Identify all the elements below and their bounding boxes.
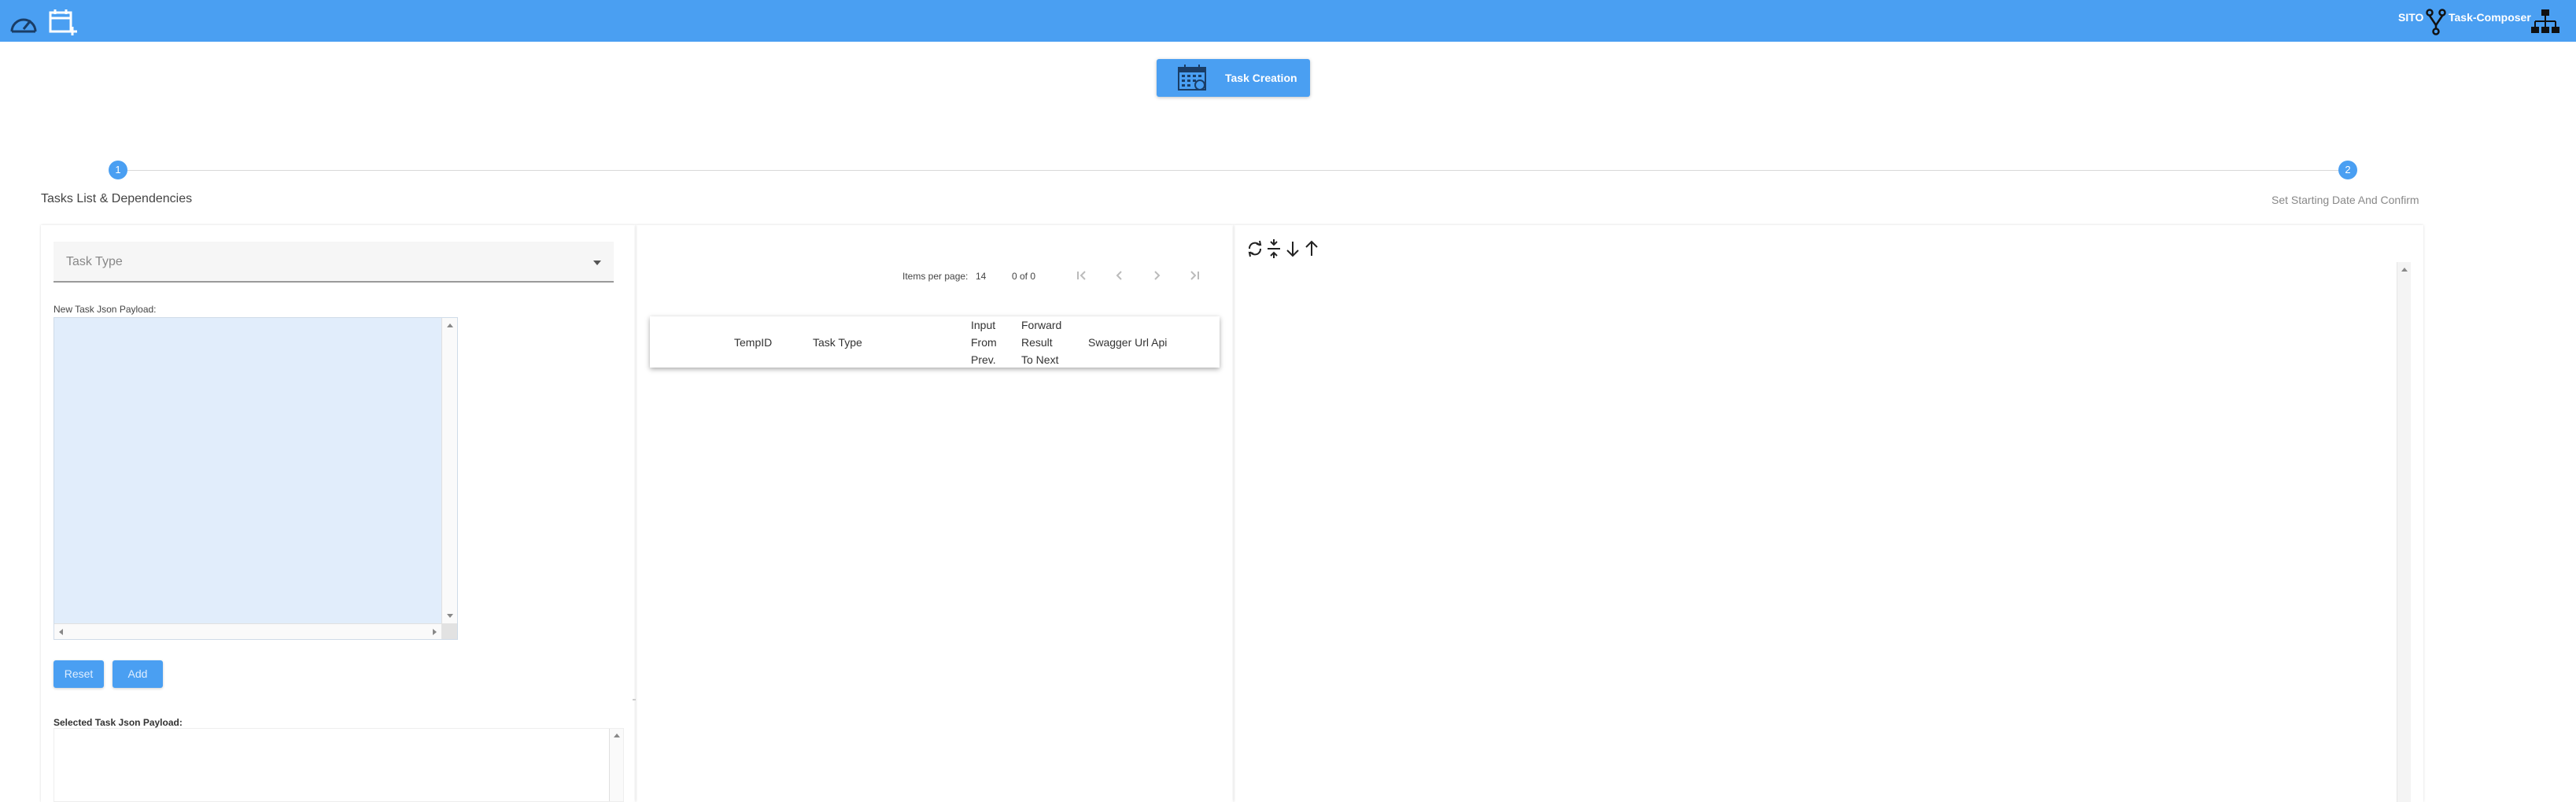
chevron-down-icon [593, 261, 601, 265]
task-creation-button[interactable]: Task Creation [1157, 59, 1310, 97]
scroll-up-icon[interactable] [2401, 268, 2408, 272]
scroll-up-icon[interactable] [614, 734, 620, 737]
vertical-scrollbar[interactable] [609, 729, 623, 801]
brand-short: SITO [2398, 11, 2424, 24]
new-payload-label: New Task Json Payload: [54, 304, 157, 315]
top-bar: SITO Task-Composer [0, 0, 2576, 42]
calendar-add-icon[interactable] [47, 8, 79, 36]
col-input-from-prev[interactable]: Input From Prev. [971, 316, 997, 368]
arrow-down-icon[interactable] [1284, 238, 1301, 259]
speedometer-icon[interactable] [8, 8, 39, 36]
reset-button[interactable]: Reset [54, 660, 104, 688]
col-header-line: Forward [1021, 319, 1062, 331]
prev-page-icon[interactable] [1112, 268, 1127, 283]
task-type-placeholder: Task Type [66, 255, 123, 268]
viewer-vertical-scrollbar[interactable] [2397, 262, 2411, 802]
col-header-line: From [971, 336, 997, 349]
col-header-line: Result [1021, 336, 1053, 349]
vertical-scrollbar[interactable] [441, 318, 457, 623]
step-1-label[interactable]: Tasks List & Dependencies [41, 192, 192, 206]
selected-payload-viewer[interactable] [54, 728, 624, 802]
collapse-icon[interactable] [1265, 238, 1282, 259]
calendar-grid-icon [1178, 65, 1206, 91]
items-per-page-label: Items per page: [902, 271, 969, 282]
col-temp-id[interactable]: TempID [734, 334, 772, 351]
task-creation-label: Task Creation [1225, 72, 1297, 84]
col-header-line: Input [971, 319, 996, 331]
scrollbar-corner [441, 623, 457, 639]
arrow-up-icon[interactable] [1303, 238, 1320, 259]
selected-payload-label: Selected Task Json Payload: [54, 717, 183, 728]
new-payload-editor[interactable] [54, 317, 458, 640]
refresh-icon[interactable] [1246, 238, 1264, 259]
fork-icon [2426, 9, 2446, 35]
scroll-up-icon[interactable] [447, 323, 453, 327]
add-button[interactable]: Add [113, 660, 163, 688]
task-list-panel [636, 225, 1234, 802]
brand-name: Task-Composer [2449, 11, 2531, 24]
scroll-right-icon[interactable] [433, 629, 437, 635]
step-1-badge[interactable]: 1 [109, 161, 127, 179]
col-swagger-url[interactable]: Swagger Url Api [1088, 334, 1167, 351]
step-2-badge[interactable]: 2 [2338, 161, 2357, 179]
last-page-icon[interactable] [1187, 268, 1202, 283]
col-task-type[interactable]: Task Type [813, 334, 862, 351]
task-type-select[interactable]: Task Type [54, 242, 614, 283]
col-forward-result[interactable]: Forward Result To Next [1021, 316, 1061, 368]
panel-divider-handle[interactable] [633, 699, 636, 700]
scroll-down-icon[interactable] [447, 614, 453, 618]
step-2-label[interactable]: Set Starting Date And Confirm [2272, 194, 2419, 206]
task-table: TempID Task Type Input From Prev. Forwar… [650, 316, 1220, 368]
col-header-line: Prev. [971, 353, 996, 366]
payload-viewer-panel [1234, 225, 2423, 802]
paginator-range: 0 of 0 [1012, 271, 1036, 282]
stepper-line [126, 170, 2357, 171]
sitemap-icon[interactable] [2530, 8, 2561, 36]
col-header-line: To Next [1021, 353, 1059, 366]
first-page-icon[interactable] [1074, 268, 1090, 283]
horizontal-scrollbar[interactable] [54, 623, 441, 639]
scroll-left-icon[interactable] [59, 629, 63, 635]
items-per-page-select[interactable]: 14 [976, 271, 986, 282]
next-page-icon[interactable] [1149, 268, 1164, 283]
